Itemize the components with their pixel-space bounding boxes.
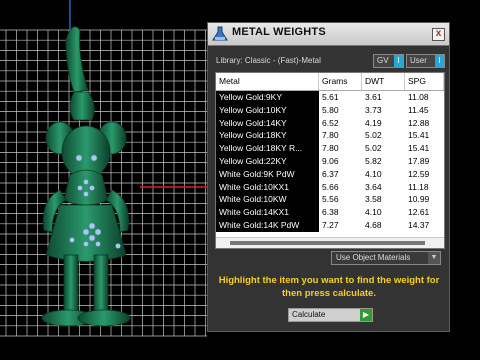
cell-metal: Yellow Gold:14KY	[216, 116, 319, 131]
cell-metal: White Gold:14KX1	[216, 206, 319, 220]
table-row[interactable]: White Gold:14KX1 6.38 4.10 12.61	[216, 206, 444, 220]
library-label: Library: Classic - (Fast)-Metal	[216, 56, 321, 65]
scrollbar-thumb[interactable]	[230, 241, 425, 245]
cell-dwt: 5.82	[365, 155, 382, 166]
table-row[interactable]: Yellow Gold:9KY 5.61 3.61 11.08	[216, 91, 444, 105]
table-row[interactable]: White Gold:14K PdW 7.27 4.68 14.37	[216, 218, 444, 233]
pendant-model[interactable]	[41, 26, 131, 327]
dialog-titlebar[interactable]: METAL WEIGHTS x	[208, 23, 449, 46]
table-row[interactable]: Yellow Gold:18KY R... 7.80 5.02 15.41	[216, 142, 444, 156]
column-header-grams[interactable]: Grams	[319, 73, 362, 90]
column-header-metal[interactable]: Metal	[216, 73, 319, 90]
cell-metal: Yellow Gold:18KY	[216, 129, 319, 144]
cell-metal: Yellow Gold:9KY	[216, 91, 319, 105]
metal-table: Metal Grams DWT SPG Yellow Gold:9KY 5.61 3…	[215, 72, 445, 249]
cell-spg: 14.37	[408, 219, 430, 230]
table-row[interactable]: Yellow Gold:18KY 7.80 5.02 15.41	[216, 129, 444, 144]
cell-dwt: 4.10	[365, 168, 382, 179]
table-body: Yellow Gold:9KY 5.61 3.61 11.08 Yellow Gold:…	[216, 91, 444, 233]
cell-grams: 7.80	[322, 130, 339, 141]
cell-dwt: 3.64	[365, 181, 382, 192]
column-header-dwt[interactable]: DWT	[362, 73, 405, 90]
calculate-label: Calculate	[292, 310, 326, 319]
gv-toggle-label: GV	[377, 56, 389, 65]
cell-dwt: 4.19	[365, 117, 382, 128]
cell-metal: White Gold:10KW	[216, 193, 319, 208]
table-header: Metal Grams DWT SPG	[216, 73, 444, 91]
cell-metal: Yellow Gold:18KY R...	[216, 142, 319, 156]
cell-grams: 7.27	[322, 219, 339, 230]
cell-spg: 11.45	[408, 104, 429, 115]
dialog-title: METAL WEIGHTS	[232, 26, 326, 38]
horizontal-scrollbar[interactable]	[216, 237, 444, 248]
cell-spg: 10.99	[408, 194, 430, 205]
table-row[interactable]: Yellow Gold:10KY 5.80 3.73 11.45	[216, 103, 444, 118]
cell-spg: 15.41	[408, 143, 430, 154]
cell-dwt: 3.58	[365, 194, 382, 205]
cell-dwt: 3.73	[365, 104, 382, 115]
cell-grams: 6.37	[322, 168, 339, 179]
table-row[interactable]: Yellow Gold:22KY 9.06 5.82 17.89	[216, 154, 444, 169]
instruction-text: Highlight the item you want to find the …	[218, 275, 440, 299]
cell-grams: 5.80	[322, 104, 339, 115]
cell-metal: Yellow Gold:10KY	[216, 103, 319, 118]
cell-metal: White Gold:10KX1	[216, 180, 319, 195]
cell-grams: 7.80	[322, 143, 339, 154]
cell-metal: Yellow Gold:22KY	[216, 154, 319, 169]
cell-spg: 15.41	[408, 130, 430, 141]
cell-metal: White Gold:14K PdW	[216, 218, 319, 233]
chevron-down-icon: ▼	[428, 252, 440, 264]
cell-dwt: 4.10	[365, 207, 382, 218]
cell-dwt: 3.61	[365, 92, 382, 102]
cell-spg: 11.08	[408, 92, 429, 102]
cell-spg: 12.59	[408, 168, 430, 179]
table-row[interactable]: White Gold:10KX1 5.66 3.64 11.18	[216, 180, 444, 195]
calculate-button[interactable]: Calculate ▶	[288, 308, 373, 322]
cell-spg: 11.18	[408, 181, 429, 192]
toggle-knob-icon: I	[394, 55, 403, 67]
table-row[interactable]: White Gold:9K PdW 6.37 4.10 12.59	[216, 167, 444, 182]
cell-grams: 5.66	[322, 181, 339, 192]
cell-grams: 5.61	[322, 92, 339, 102]
cell-dwt: 4.68	[365, 219, 382, 230]
metal-weights-dialog: METAL WEIGHTS x Library: Classic - (Fast…	[207, 22, 450, 332]
cell-metal: White Gold:9K PdW	[216, 167, 319, 182]
cell-spg: 12.88	[408, 117, 430, 128]
flask-icon	[212, 26, 228, 41]
table-row[interactable]: White Gold:10KW 5.56 3.58 10.99	[216, 193, 444, 208]
play-arrow-icon: ▶	[360, 309, 372, 321]
cell-grams: 9.06	[322, 155, 339, 166]
cell-grams: 6.38	[322, 207, 339, 218]
object-materials-label: Use Object Materials	[336, 253, 411, 262]
object-materials-select[interactable]: Use Object Materials ▼	[331, 251, 441, 265]
table-row[interactable]: Yellow Gold:14KY 6.52 4.19 12.88	[216, 116, 444, 131]
user-toggle-label: User	[410, 56, 427, 65]
cell-dwt: 5.02	[365, 143, 382, 154]
toggle-knob-icon: I	[435, 55, 444, 67]
close-button[interactable]: x	[432, 28, 445, 41]
column-header-spg[interactable]: SPG	[405, 73, 444, 90]
cell-spg: 17.89	[408, 155, 430, 166]
cell-grams: 6.52	[322, 117, 339, 128]
user-toggle[interactable]: User I	[406, 54, 445, 68]
cell-spg: 12.61	[408, 207, 430, 218]
gv-toggle[interactable]: GV I	[373, 54, 404, 68]
cell-grams: 5.56	[322, 194, 339, 205]
cell-dwt: 5.02	[365, 130, 382, 141]
